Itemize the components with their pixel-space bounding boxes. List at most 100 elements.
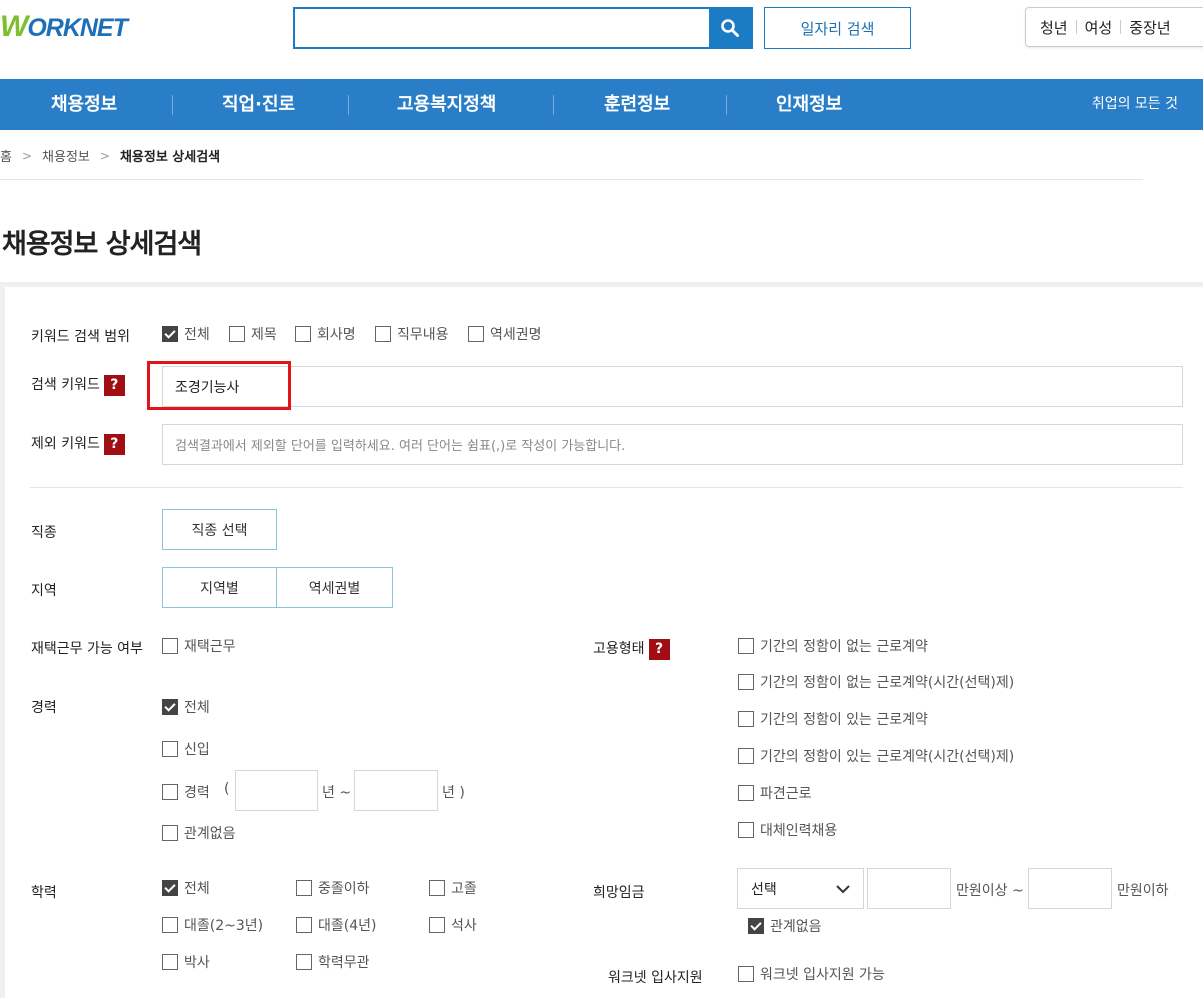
job-search-button[interactable]: 일자리 검색	[764, 7, 911, 49]
salary-label: 희망임금	[593, 885, 645, 901]
checkbox-label: 석사	[451, 918, 477, 934]
highlight-box	[147, 361, 291, 410]
checkbox-label: 관계없음	[184, 826, 236, 842]
checkbox-unchecked	[296, 880, 312, 896]
education-doctor-checkbox[interactable]: 박사	[162, 952, 210, 972]
salary-type-select[interactable]: 선택	[737, 868, 864, 909]
help-icon[interactable]: ?	[103, 374, 125, 396]
divider	[1120, 20, 1122, 34]
occupation-select-button[interactable]: 직종 선택	[162, 509, 277, 550]
checkbox-label: 기간의 정함이 있는 근로계약(시간(선택)제)	[760, 749, 1015, 765]
employment-fixed-term-parttime-checkbox[interactable]: 기간의 정함이 있는 근로계약(시간(선택)제)	[738, 746, 1014, 766]
checkbox-label: 대체인력채용	[760, 823, 838, 839]
education-master-checkbox[interactable]: 석사	[429, 915, 477, 935]
worknet-logo[interactable]: WORKNET	[0, 6, 128, 48]
region-by-station-button[interactable]: 역세권별	[276, 567, 393, 608]
region-by-area-button[interactable]: 지역별	[162, 567, 277, 608]
checkbox-label: 경력	[184, 785, 210, 801]
checkbox-unchecked	[738, 822, 754, 838]
checkbox-checked	[162, 699, 178, 715]
scope-duty-checkbox[interactable]: 직무내용	[375, 324, 449, 344]
education-high-checkbox[interactable]: 고졸	[429, 878, 477, 898]
help-icon[interactable]: ?	[103, 433, 125, 455]
scope-title-checkbox[interactable]: 제목	[229, 324, 277, 344]
education-all-checkbox[interactable]: 전체	[162, 878, 210, 898]
salary-min-input[interactable]	[867, 868, 951, 909]
checkbox-label: 관계없음	[770, 919, 822, 935]
nav-item-talent[interactable]: 인재정보	[776, 79, 842, 130]
career-irrelevant-checkbox[interactable]: 관계없음	[162, 823, 236, 843]
checkbox-label: 기간의 정함이 없는 근로계약	[760, 639, 928, 655]
checkbox-label: 고졸	[451, 881, 477, 897]
exclude-keyword-input[interactable]: 검색결과에서 제외할 단어를 입력하세요. 여러 단어는 쉼표(,)로 작성이 …	[162, 424, 1183, 465]
breadcrumb-home[interactable]: 홈	[0, 146, 12, 165]
employment-dispatch-checkbox[interactable]: 파견근로	[738, 783, 812, 803]
nav-item-career[interactable]: 직업·진로	[222, 79, 295, 130]
nav-item-jobs[interactable]: 채용정보	[51, 79, 117, 130]
checkbox-unchecked	[162, 784, 178, 800]
chevron-right-icon: >	[21, 148, 33, 163]
employment-fixed-term-checkbox[interactable]: 기간의 정함이 있는 근로계약	[738, 709, 928, 729]
career-years-to-suffix: 년 )	[442, 785, 465, 801]
checkbox-unchecked	[296, 917, 312, 933]
checkbox-label: 전체	[184, 881, 210, 897]
user-tabs: 청년 여성 중장년	[1025, 7, 1203, 47]
worknet-apply-checkbox[interactable]: 워크넷 입사지원 가능	[738, 964, 885, 984]
page-title: 채용정보 상세검색	[2, 229, 202, 260]
career-new-checkbox[interactable]: 신입	[162, 739, 210, 759]
label-text: 검색 키워드	[31, 377, 100, 393]
divider	[348, 95, 349, 115]
region-label: 지역	[31, 583, 57, 599]
checkbox-label: 신입	[184, 742, 210, 758]
education-any-checkbox[interactable]: 학력무관	[296, 952, 370, 972]
employment-permanent-parttime-checkbox[interactable]: 기간의 정함이 없는 근로계약(시간(선택)제)	[738, 672, 1014, 692]
career-all-checkbox[interactable]: 전체	[162, 697, 210, 717]
search-keyword-input[interactable]: 조경기능사	[162, 366, 1183, 407]
checkbox-label: 재택근무	[184, 639, 236, 655]
exclude-keyword-label: 제외 키워드?	[31, 433, 125, 455]
salary-max-input[interactable]	[1028, 868, 1112, 909]
scope-all-checkbox[interactable]: 전체	[162, 324, 210, 344]
checkbox-unchecked	[738, 748, 754, 764]
checkbox-unchecked	[162, 825, 178, 841]
nav-item-training[interactable]: 훈련정보	[604, 79, 670, 130]
occupation-label: 직종	[31, 525, 57, 541]
nav-item-welfare[interactable]: 고용복지정책	[397, 79, 496, 130]
keyword-scope-label: 키워드 검색 범위	[31, 329, 131, 345]
search-button[interactable]	[709, 9, 751, 47]
checkbox-unchecked	[229, 326, 245, 342]
employment-substitute-checkbox[interactable]: 대체인력채용	[738, 820, 837, 840]
employment-permanent-checkbox[interactable]: 기간의 정함이 없는 근로계약	[738, 636, 928, 656]
career-years-to-input[interactable]	[354, 770, 438, 811]
scope-station-checkbox[interactable]: 역세권명	[468, 324, 542, 344]
education-middle-checkbox[interactable]: 중졸이하	[296, 878, 370, 898]
tab-women[interactable]: 여성	[1085, 17, 1113, 38]
search-keyword-label: 검색 키워드?	[31, 374, 125, 396]
education-university-checkbox[interactable]: 대졸(4년)	[296, 915, 376, 935]
top-search-input[interactable]	[295, 9, 709, 47]
select-value: 선택	[751, 881, 777, 898]
help-icon[interactable]: ?	[648, 638, 670, 660]
tab-middle-aged[interactable]: 중장년	[1129, 17, 1170, 38]
logo-text: WORKNET	[0, 10, 128, 43]
scope-company-checkbox[interactable]: 회사명	[295, 324, 356, 344]
salary-irrelevant-checkbox[interactable]: 관계없음	[748, 916, 822, 936]
nav-all-about-jobs[interactable]: 취업의 모든 것	[1092, 79, 1178, 130]
employment-type-label: 고용형태?	[593, 638, 670, 660]
divider	[172, 95, 173, 115]
breadcrumb-jobs[interactable]: 채용정보	[42, 146, 90, 165]
checkbox-checked	[162, 880, 178, 896]
career-experienced-checkbox[interactable]: 경력	[162, 782, 210, 802]
checkbox-unchecked	[295, 326, 311, 342]
career-years-from-input[interactable]	[235, 770, 318, 811]
remote-work-label: 재택근무 가능 여부	[31, 641, 143, 657]
chevron-down-icon	[836, 885, 850, 894]
tab-youth[interactable]: 청년	[1040, 17, 1068, 38]
breadcrumb-current: 채용정보 상세검색	[119, 150, 221, 165]
top-search-box	[293, 7, 753, 49]
checkbox-label: 학력무관	[318, 955, 370, 971]
checkbox-unchecked	[375, 326, 391, 342]
remote-work-checkbox[interactable]: 재택근무	[162, 636, 236, 656]
search-icon	[721, 19, 739, 37]
education-college-checkbox[interactable]: 대졸(2~3년)	[162, 915, 263, 935]
